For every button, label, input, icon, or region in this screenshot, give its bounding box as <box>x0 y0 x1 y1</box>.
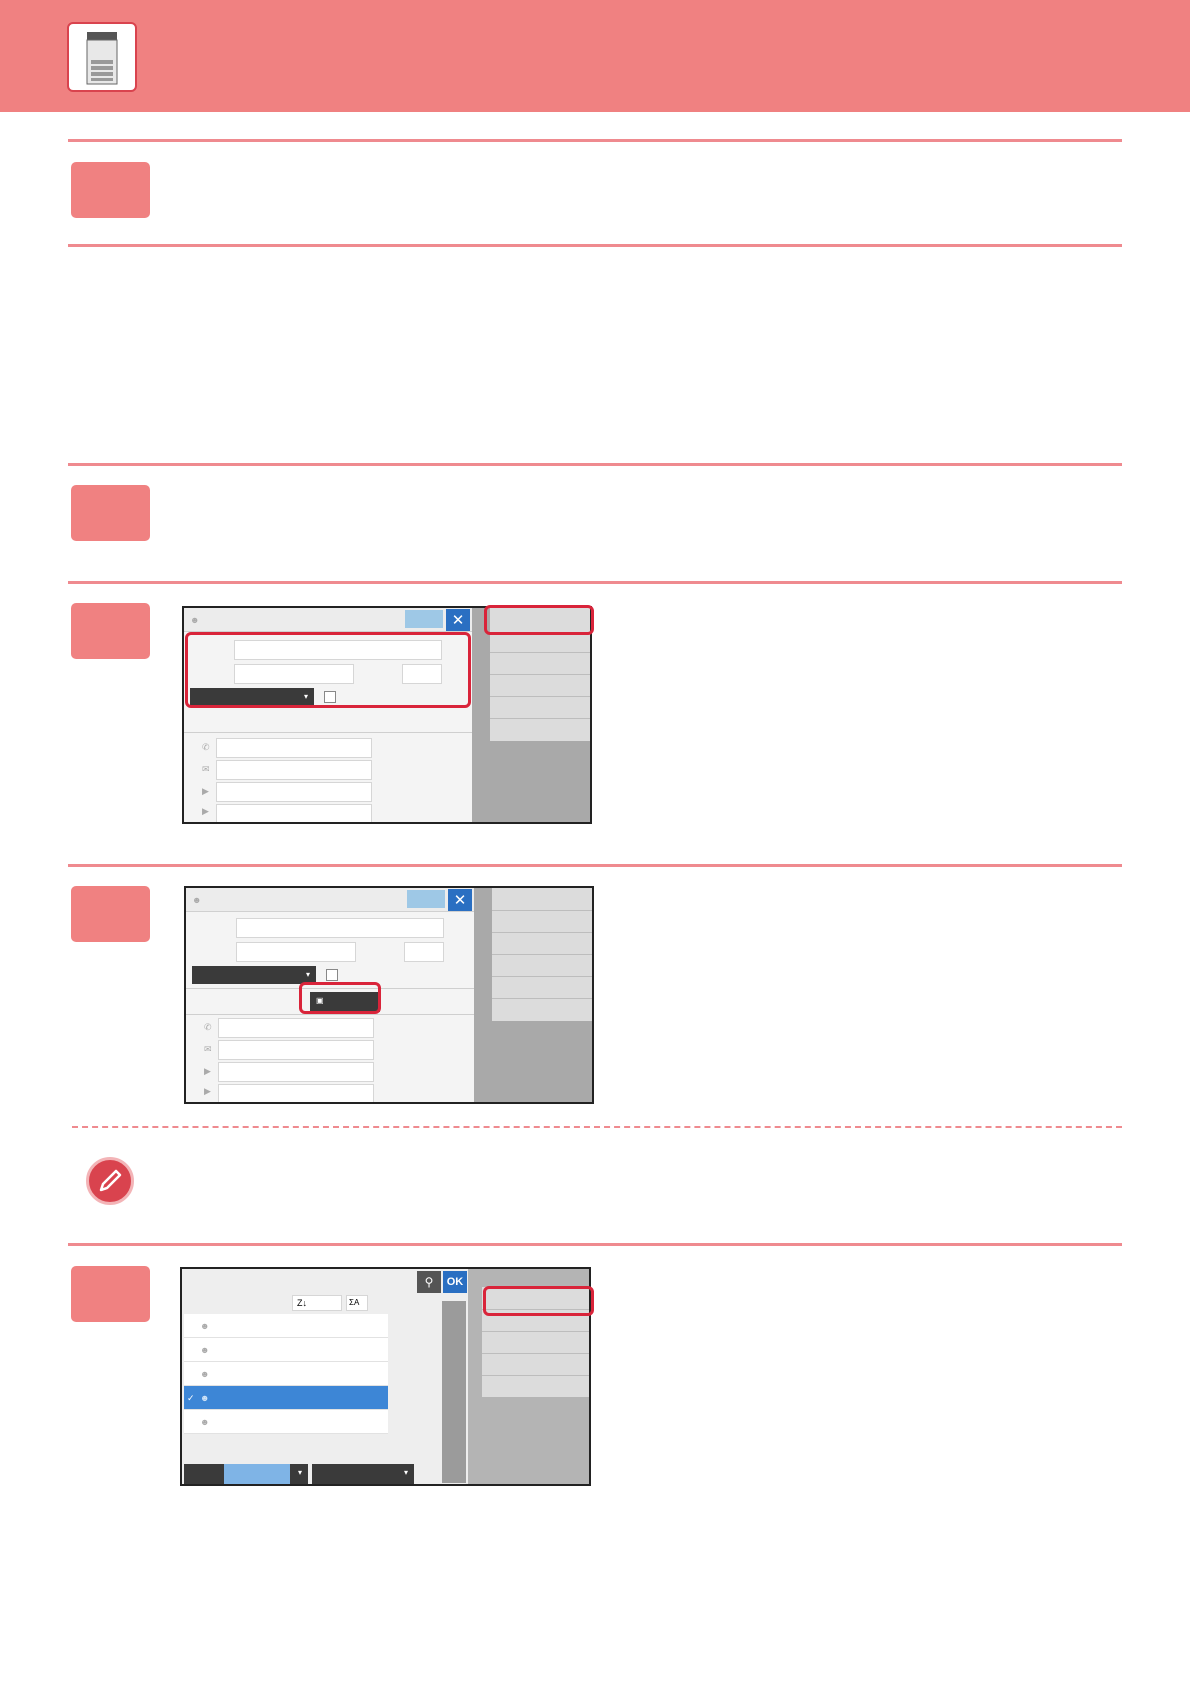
folder-icon: ▶ <box>202 806 209 816</box>
step-badge <box>71 1266 150 1322</box>
list-item[interactable]: ☻ <box>184 1362 388 1386</box>
address-field[interactable] <box>216 782 372 802</box>
address-field[interactable] <box>216 804 372 822</box>
step-badge <box>71 886 150 942</box>
divider <box>186 1014 474 1015</box>
address-field[interactable] <box>216 760 372 780</box>
section-rule <box>68 581 1122 584</box>
folder-icon: ▶ <box>202 786 209 796</box>
list-item[interactable]: ☻ <box>184 1314 388 1338</box>
note-rule <box>72 1126 1122 1128</box>
action-row-sep <box>490 674 590 675</box>
person-icon: ☻ <box>190 615 200 625</box>
action-row-sep <box>482 1375 589 1376</box>
list-item[interactable]: ☻ <box>184 1338 388 1362</box>
section-rule <box>68 244 1122 247</box>
address-field[interactable] <box>218 1084 374 1102</box>
tab-indicator[interactable] <box>407 890 445 908</box>
name-field[interactable] <box>236 918 444 938</box>
ok-button[interactable]: OK <box>443 1271 467 1293</box>
group-icon: ☻ <box>200 1369 210 1379</box>
action-row-sep <box>490 696 590 697</box>
pencil-icon <box>86 1157 134 1205</box>
step-badge <box>71 603 150 659</box>
address-field[interactable] <box>218 1040 374 1060</box>
group-icon: ☻ <box>192 895 202 905</box>
group-icon: ☻ <box>200 1345 210 1355</box>
action-list <box>492 888 592 1021</box>
magnifier-icon[interactable]: ⚲ <box>417 1271 441 1293</box>
check-icon: ✓ <box>187 1393 195 1403</box>
action-row-sep <box>490 652 590 653</box>
address-field[interactable] <box>218 1062 374 1082</box>
highlight-frame <box>484 605 594 635</box>
sort-order-button[interactable]: Z↓ <box>292 1295 342 1311</box>
email-icon: ✉ <box>204 1044 212 1054</box>
action-row-sep <box>492 910 592 911</box>
category-select[interactable]: ▾ <box>192 966 316 984</box>
phone-icon: ✆ <box>202 742 210 752</box>
close-icon[interactable]: ✕ <box>448 889 472 911</box>
group-icon: ☻ <box>200 1417 210 1427</box>
category-select[interactable]: ▾ <box>312 1464 414 1484</box>
action-panel <box>474 888 592 1102</box>
email-icon: ✉ <box>202 764 210 774</box>
tab-indicator[interactable] <box>405 610 443 628</box>
sort-type-button[interactable]: ΣA <box>346 1295 368 1311</box>
address-field[interactable] <box>218 1018 374 1038</box>
action-row-sep <box>482 1353 589 1354</box>
highlight-frame <box>483 1286 594 1316</box>
phone-icon: ✆ <box>204 1022 212 1032</box>
section-rule <box>68 139 1122 142</box>
header-band <box>0 0 1190 112</box>
folder-icon: ▶ <box>204 1086 211 1096</box>
group-edit-screen: ☻ ✕ ▾ ▣ ✆ ✉ ▶ ▶ <box>184 886 594 1104</box>
step-badge <box>71 485 150 541</box>
group-icon: ☻ <box>200 1321 210 1331</box>
action-row-sep <box>482 1331 589 1332</box>
highlight-frame <box>185 632 471 708</box>
list-item-selected[interactable]: ✓ ☻ <box>184 1386 388 1410</box>
close-icon[interactable]: ✕ <box>446 609 470 631</box>
search-number-field[interactable] <box>404 942 444 962</box>
favorite-checkbox[interactable] <box>326 969 338 981</box>
action-row-sep <box>490 718 590 719</box>
section-rule <box>68 864 1122 867</box>
group-icon: ☻ <box>200 1393 210 1403</box>
action-row-sep <box>492 932 592 933</box>
address-field[interactable] <box>216 738 372 758</box>
printer-icon <box>67 22 137 92</box>
scrollbar[interactable] <box>442 1301 466 1483</box>
step-badge <box>71 162 150 218</box>
reading-field[interactable] <box>236 942 356 962</box>
filter-tab[interactable] <box>224 1464 290 1484</box>
divider <box>184 732 472 733</box>
action-row-sep <box>492 954 592 955</box>
section-rule <box>68 463 1122 466</box>
folder-icon: ▶ <box>204 1066 211 1076</box>
action-row-sep <box>492 976 592 977</box>
action-panel <box>472 608 590 822</box>
list-item[interactable]: ☻ <box>184 1410 388 1434</box>
action-row-sep <box>492 998 592 999</box>
highlight-frame <box>299 982 381 1014</box>
section-rule <box>68 1243 1122 1246</box>
